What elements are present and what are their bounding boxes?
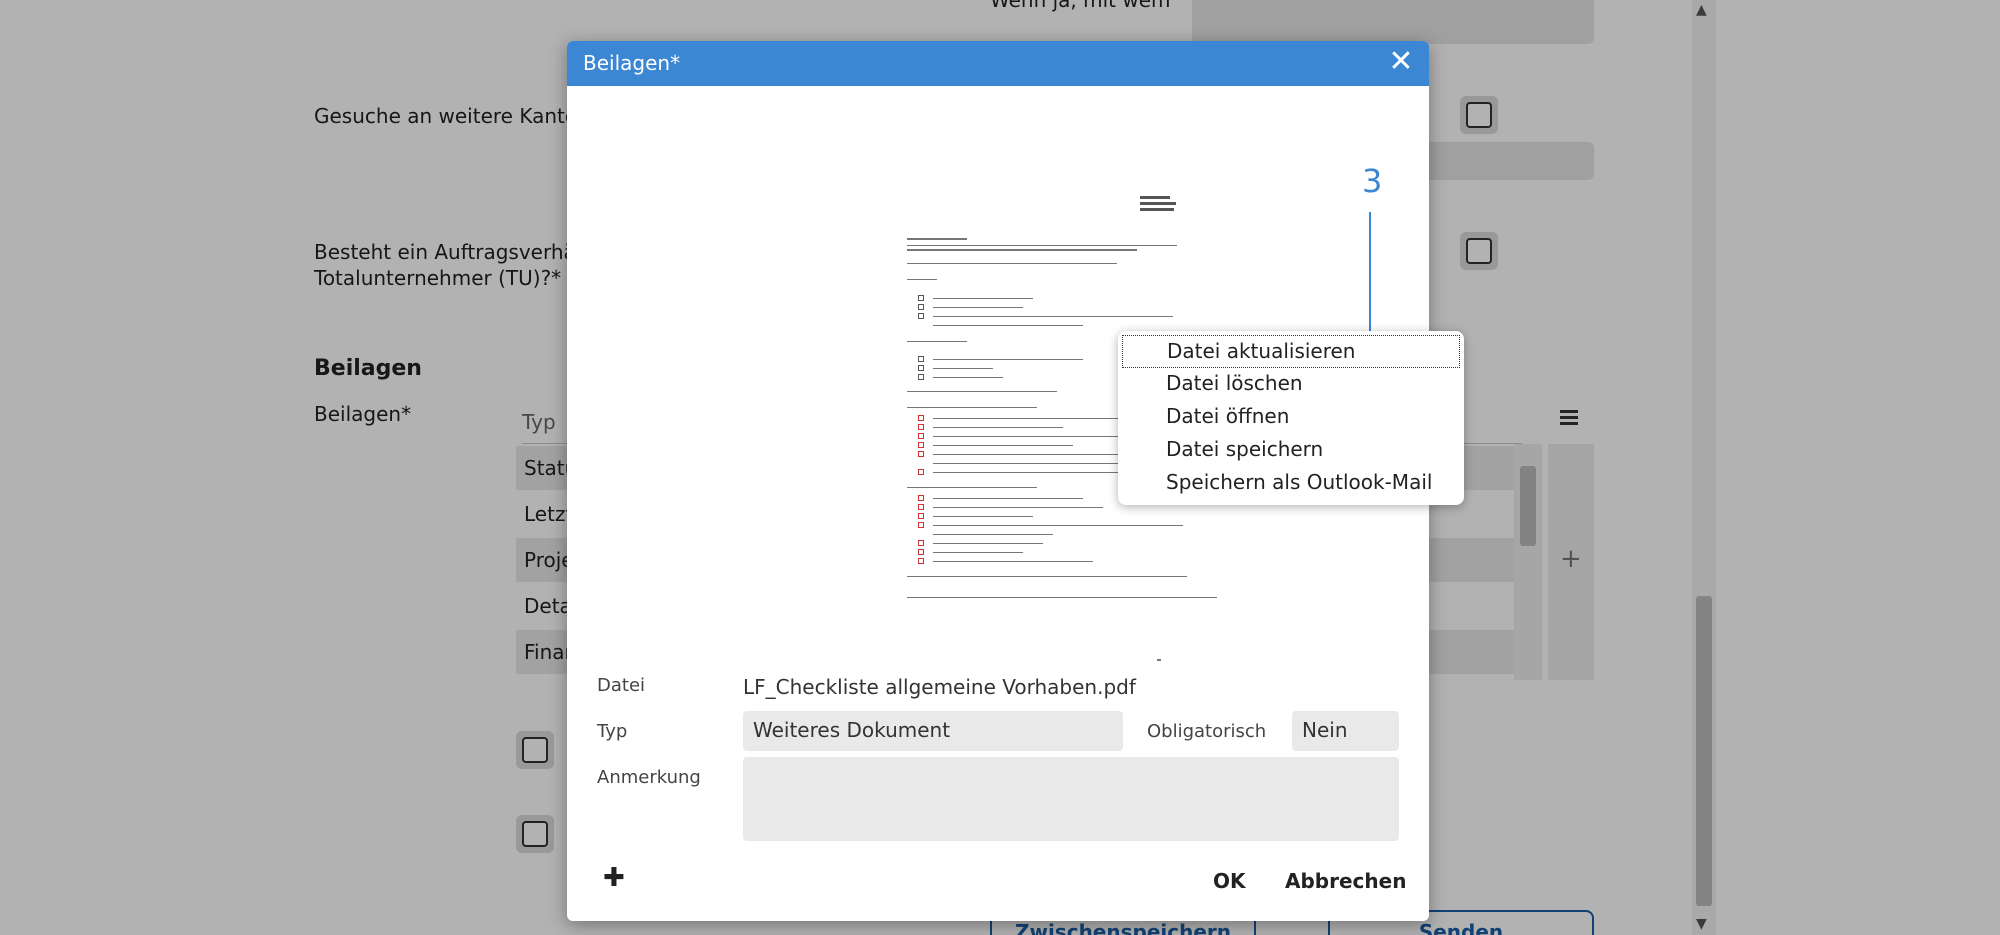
type-label: Typ — [597, 721, 628, 742]
menu-item-save-as-outlook-mail[interactable]: Speichern als Outlook-Mail — [1122, 467, 1460, 500]
remark-textarea[interactable] — [743, 757, 1399, 841]
cancel-button[interactable]: Abbrechen — [1285, 869, 1406, 893]
document-logo — [1140, 196, 1176, 214]
dialog-title: Beilagen* — [583, 51, 681, 75]
remark-label: Anmerkung — [597, 767, 701, 788]
ok-button[interactable]: OK — [1213, 869, 1246, 893]
file-context-menu: Datei aktualisieren Datei löschen Datei … — [1118, 331, 1464, 505]
menu-item-save-file[interactable]: Datei speichern — [1122, 434, 1460, 467]
mandatory-label: Obligatorisch — [1147, 721, 1267, 742]
menu-item-open-file[interactable]: Datei öffnen — [1122, 401, 1460, 434]
file-label: Datei — [597, 675, 646, 696]
menu-item-update-file[interactable]: Datei aktualisieren — [1122, 335, 1460, 368]
close-icon[interactable]: ✕ — [1385, 47, 1417, 79]
menu-item-delete-file[interactable]: Datei löschen — [1122, 368, 1460, 401]
add-attachment-plus-icon[interactable]: ✚ — [603, 863, 625, 893]
file-name-value: LF_Checkliste allgemeine Vorhaben.pdf — [743, 675, 1136, 699]
mandatory-field[interactable]: Nein — [1292, 711, 1399, 751]
type-field[interactable]: Weiteres Dokument — [743, 711, 1123, 751]
dialog-header: Beilagen* ✕ — [567, 41, 1429, 86]
annotation-number: 3 — [1362, 162, 1383, 200]
